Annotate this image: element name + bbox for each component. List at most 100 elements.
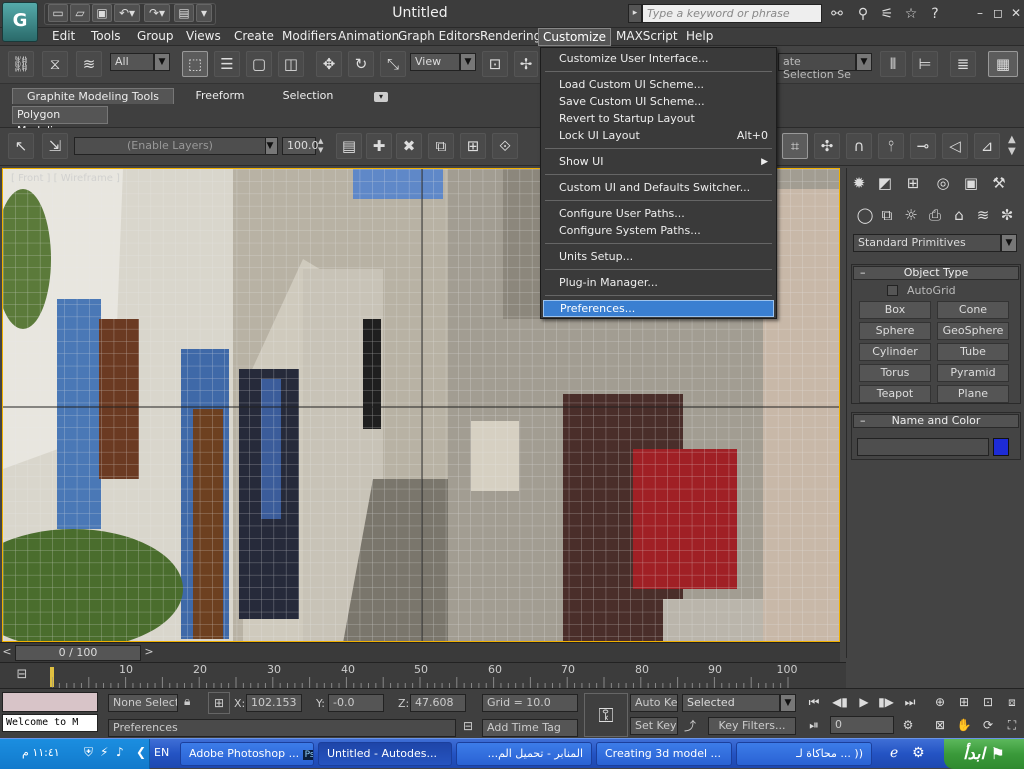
task-photoshop[interactable]: Adobe Photoshop ... Ps [180,742,314,766]
tab-selection[interactable]: Selection [276,88,340,104]
geometry-icon[interactable]: ◯ [853,204,877,226]
torus-button[interactable]: Torus [859,364,931,382]
menu-views[interactable]: Views [182,28,225,46]
tray-network-icon[interactable]: ⚡ [100,745,108,759]
scale-icon[interactable]: ⤡ [380,51,406,77]
vertex-hook-icon[interactable]: ∩ [846,133,872,159]
menu-save-ui-scheme[interactable]: Save Custom UI Scheme... [543,94,774,111]
select-object-icon[interactable]: ⬚ [182,51,208,77]
graphite-toggle-icon[interactable]: ▦ [988,51,1018,77]
vertex-move-icon[interactable]: ⫯ [878,133,904,159]
set-key-icon[interactable]: ⚿ [584,693,628,737]
play-icon[interactable]: ▶ [854,693,874,711]
layers-dropdown[interactable]: (Enable Layers) [74,137,266,155]
start-button[interactable]: ابدأ ⚑ [944,739,1024,769]
communication-center-icon[interactable]: ⚟ [876,4,898,24]
object-name-input[interactable] [857,438,989,456]
helpers-icon[interactable]: ⌂ [947,204,971,226]
menu-rendering[interactable]: Rendering [476,28,545,46]
align-icon[interactable]: ⊨ [912,51,938,77]
move-icon[interactable]: ✥ [316,51,342,77]
window-crossing-icon[interactable]: ◫ [278,51,304,77]
autogrid-checkbox[interactable] [887,285,898,296]
menu-customize-ui[interactable]: Customize User Interface... [543,51,774,68]
layer-manager-icon[interactable]: ≣ [950,51,976,77]
cameras-icon[interactable]: ⎙ [923,204,947,226]
time-slider-left-icon[interactable]: < [0,645,14,661]
maxscript-listener-output[interactable] [2,692,98,712]
hierarchy-tab-icon[interactable]: ⊞ [901,172,925,194]
menu-edit[interactable]: Edit [48,28,79,46]
search-input[interactable]: Type a keyword or phrase [642,4,822,23]
vertex-target-icon[interactable]: ◁ [942,133,968,159]
maximize-viewport-icon[interactable]: ⛶ [1002,716,1022,734]
time-configuration-icon[interactable]: ⚙ [898,716,918,734]
qat-dropdown-icon[interactable]: ▾ [196,4,212,22]
quicklaunch-icon[interactable]: ⚙ [912,745,925,761]
select-by-name-icon[interactable]: ☰ [214,51,240,77]
undo-icon[interactable]: ↶▾ [114,4,140,22]
time-slider-right-icon[interactable]: > [142,645,156,661]
subscription-center-icon[interactable]: ⚲ [852,4,874,24]
menu-graph-editors[interactable]: Graph Editors [394,28,484,46]
z-coordinate-field[interactable]: 47.608 [410,694,466,712]
tube-button[interactable]: Tube [937,343,1009,361]
search-expand-icon[interactable]: ▸ [628,4,642,23]
pivot-center-icon[interactable]: ⊡ [482,51,508,77]
zoom-all-icon[interactable]: ⊞ [954,693,974,711]
previous-frame-icon[interactable]: ◀▮ [830,693,850,711]
spinner-arrows-icon[interactable]: ▲ ▼ [318,137,328,155]
selection-lock-icon[interactable]: 🔒︎ [184,694,200,712]
box-button[interactable]: Box [859,301,931,319]
task-browser-2[interactable]: Creating 3d model ... [596,742,732,766]
menu-animation[interactable]: Animation [334,28,403,46]
viewport-label[interactable]: [ Front ] [ Wireframe ] [11,173,120,184]
zoom-icon[interactable]: ⊕ [930,693,950,711]
vertex-add-icon[interactable]: ✣ [814,133,840,159]
y-coordinate-field[interactable]: -0.0 [328,694,384,712]
new-file-icon[interactable]: ▭ [48,4,68,22]
default-tangent-icon[interactable]: ⤴ [684,717,704,735]
select-and-link-icon[interactable]: ⛓ [8,51,34,77]
save-file-icon[interactable]: ▣ [92,4,112,22]
cylinder-button[interactable]: Cylinder [859,343,931,361]
zoom-extents-icon[interactable]: ⊡ [978,693,998,711]
menu-load-ui-scheme[interactable]: Load Custom UI Scheme... [543,77,774,94]
motion-tab-icon[interactable]: ◎ [931,172,955,194]
tray-shield-icon[interactable]: ⛨ [84,745,93,760]
task-browser-1[interactable]: المنابر - تحميل الم... [456,742,592,766]
open-file-icon[interactable]: ▱ [70,4,90,22]
create-tab-icon[interactable]: ✹ [847,172,871,194]
chevron-down-icon[interactable]: ▼ [780,694,796,712]
time-slider[interactable]: < 0 / 100 > [0,642,840,662]
menu-create[interactable]: Create [230,28,278,46]
space-warps-icon[interactable]: ≋ [971,204,995,226]
menu-tools[interactable]: Tools [87,28,125,46]
menu-lock-ui-layout[interactable]: Lock UI Layout Alt+0 [543,128,774,145]
menu-configure-system-paths[interactable]: Configure System Paths... [543,223,774,240]
close-icon[interactable]: ✕ [1008,5,1024,21]
project-folder-icon[interactable]: ▤ [174,4,194,22]
plane-button[interactable]: Plane [937,385,1009,403]
chevron-down-icon[interactable]: ▼ [1001,234,1017,252]
zoom-region-icon[interactable]: ⊠ [930,716,950,734]
current-frame-field[interactable]: 0 [830,716,894,734]
select-manipulate-icon[interactable]: ✢ [514,51,538,77]
key-mode-toggle-icon[interactable]: ⏯ [804,716,824,734]
reference-coord-dropdown[interactable]: View [410,53,460,71]
object-type-rollout-header[interactable]: – Object Type [853,266,1019,280]
auto-key-button[interactable]: Auto Key [630,694,678,712]
tray-expand-icon[interactable]: ❮ [136,745,146,759]
zoom-extents-all-icon[interactable]: ⧈ [1002,693,1022,711]
vertex-weld-icon[interactable]: ⊿ [974,133,1000,159]
task-3dsmax[interactable]: Untitled - Autodes... [318,742,452,766]
menu-help[interactable]: Help [682,28,717,46]
menu-modifiers[interactable]: Modifiers [278,28,341,46]
minimize-icon[interactable]: – [972,5,988,21]
teapot-button[interactable]: Teapot [859,385,931,403]
key-mode-dropdown[interactable]: Selected [682,694,780,712]
task-browser-3[interactable]: (( ... محاكاة لـ [736,742,872,766]
rectangular-selection-icon[interactable]: ▢ [246,51,272,77]
pyramid-button[interactable]: Pyramid [937,364,1009,382]
menu-ui-defaults-switcher[interactable]: Custom UI and Defaults Switcher... [543,180,774,197]
